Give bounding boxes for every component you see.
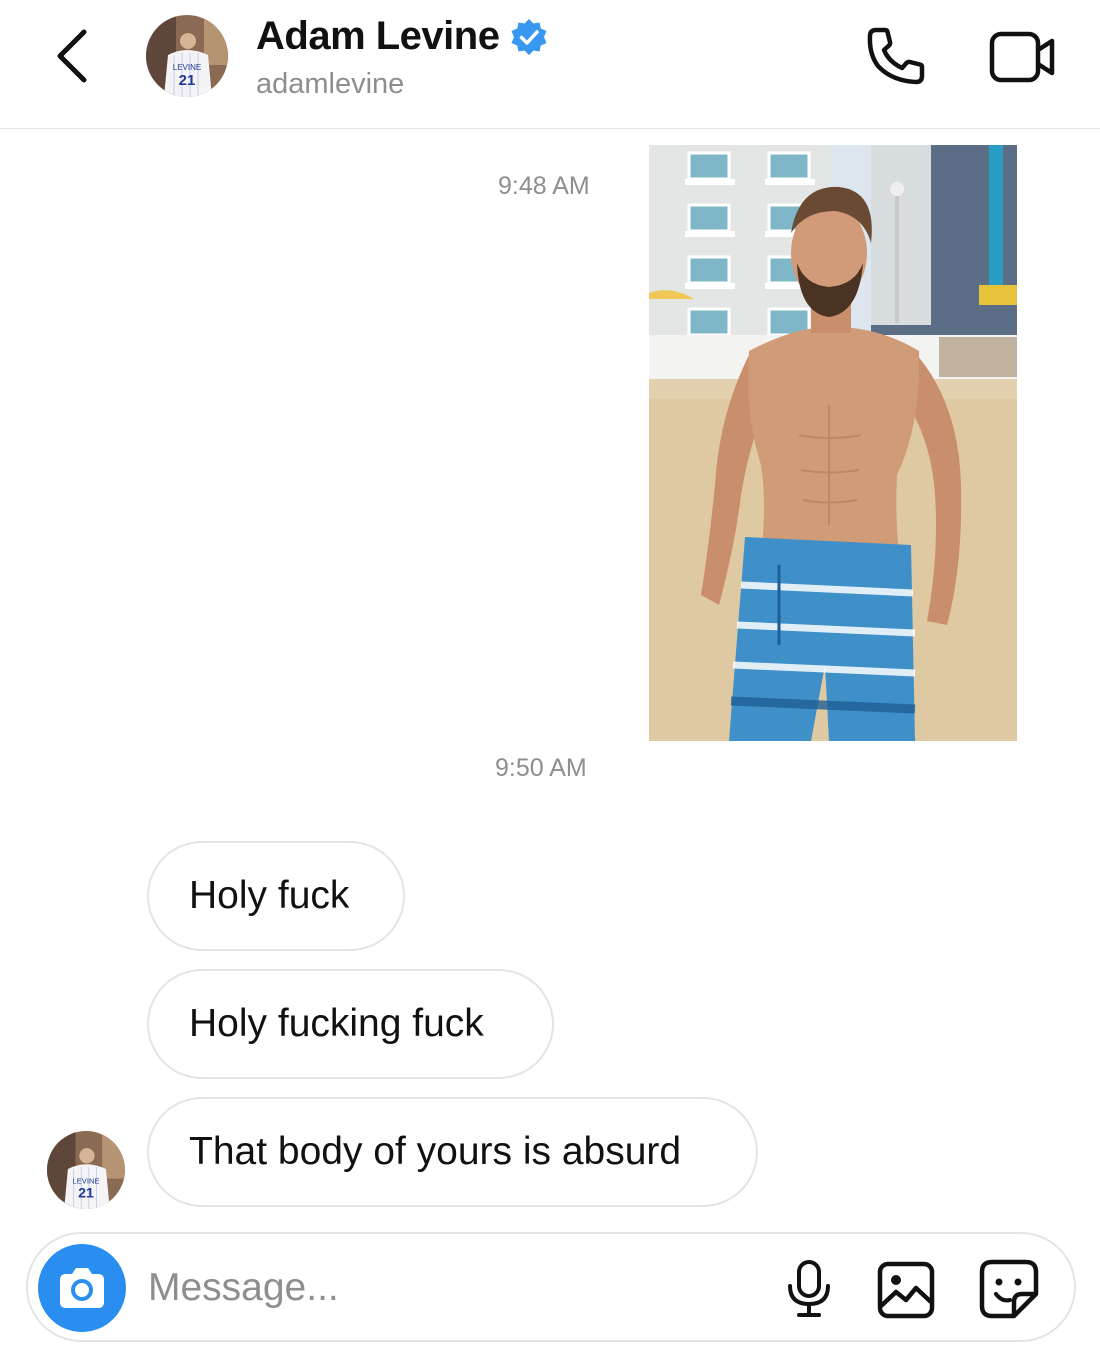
received-message-bubble[interactable]: Holy fucking fuck	[147, 969, 554, 1079]
message-text: Holy fuck	[189, 874, 350, 917]
avatar-jersey-name: LEVINE	[173, 63, 201, 72]
verified-badge-icon	[511, 18, 547, 55]
video-call-button[interactable]	[988, 28, 1058, 86]
message-timestamp: 9:48 AM	[498, 172, 590, 200]
phone-icon	[867, 27, 925, 85]
message-text: That body of yours is absurd	[189, 1130, 682, 1173]
beach-photo	[649, 145, 1017, 741]
contact-username[interactable]: adamlevine	[256, 68, 404, 101]
sender-avatar[interactable]: LEVINE 21	[47, 1131, 125, 1209]
camera-button[interactable]	[38, 1244, 126, 1332]
avatar-jersey-number: 21	[179, 72, 196, 89]
sent-photo-message[interactable]	[649, 145, 1017, 741]
chevron-left-icon	[57, 29, 87, 83]
voice-message-button[interactable]	[784, 1258, 834, 1320]
message-text: Holy fucking fuck	[189, 1002, 484, 1045]
received-message-bubble[interactable]: Holy fuck	[147, 841, 405, 951]
received-message-bubble[interactable]: That body of yours is absurd	[147, 1097, 758, 1207]
avatar-jersey-name: LEVINE	[72, 1176, 99, 1185]
audio-call-button[interactable]	[862, 24, 928, 90]
message-timestamp: 9:50 AM	[495, 754, 587, 782]
camera-icon	[60, 1268, 104, 1308]
contact-name: Adam Levine	[256, 14, 500, 58]
microphone-icon	[788, 1260, 830, 1317]
message-input[interactable]	[148, 1259, 748, 1317]
gallery-button[interactable]	[876, 1260, 936, 1320]
gallery-icon	[877, 1261, 935, 1319]
avatar[interactable]: LEVINE 21	[146, 15, 228, 97]
back-button[interactable]	[52, 26, 96, 86]
avatar-jersey-number: 21	[78, 1186, 94, 1202]
sticker-icon	[979, 1259, 1039, 1319]
video-camera-icon	[989, 31, 1055, 83]
chat-header: LEVINE 21 Adam Levine adamlevine	[0, 0, 1100, 129]
message-composer	[26, 1232, 1076, 1342]
sticker-button[interactable]	[978, 1258, 1040, 1320]
contact-name-row[interactable]: Adam Levine	[256, 14, 549, 59]
